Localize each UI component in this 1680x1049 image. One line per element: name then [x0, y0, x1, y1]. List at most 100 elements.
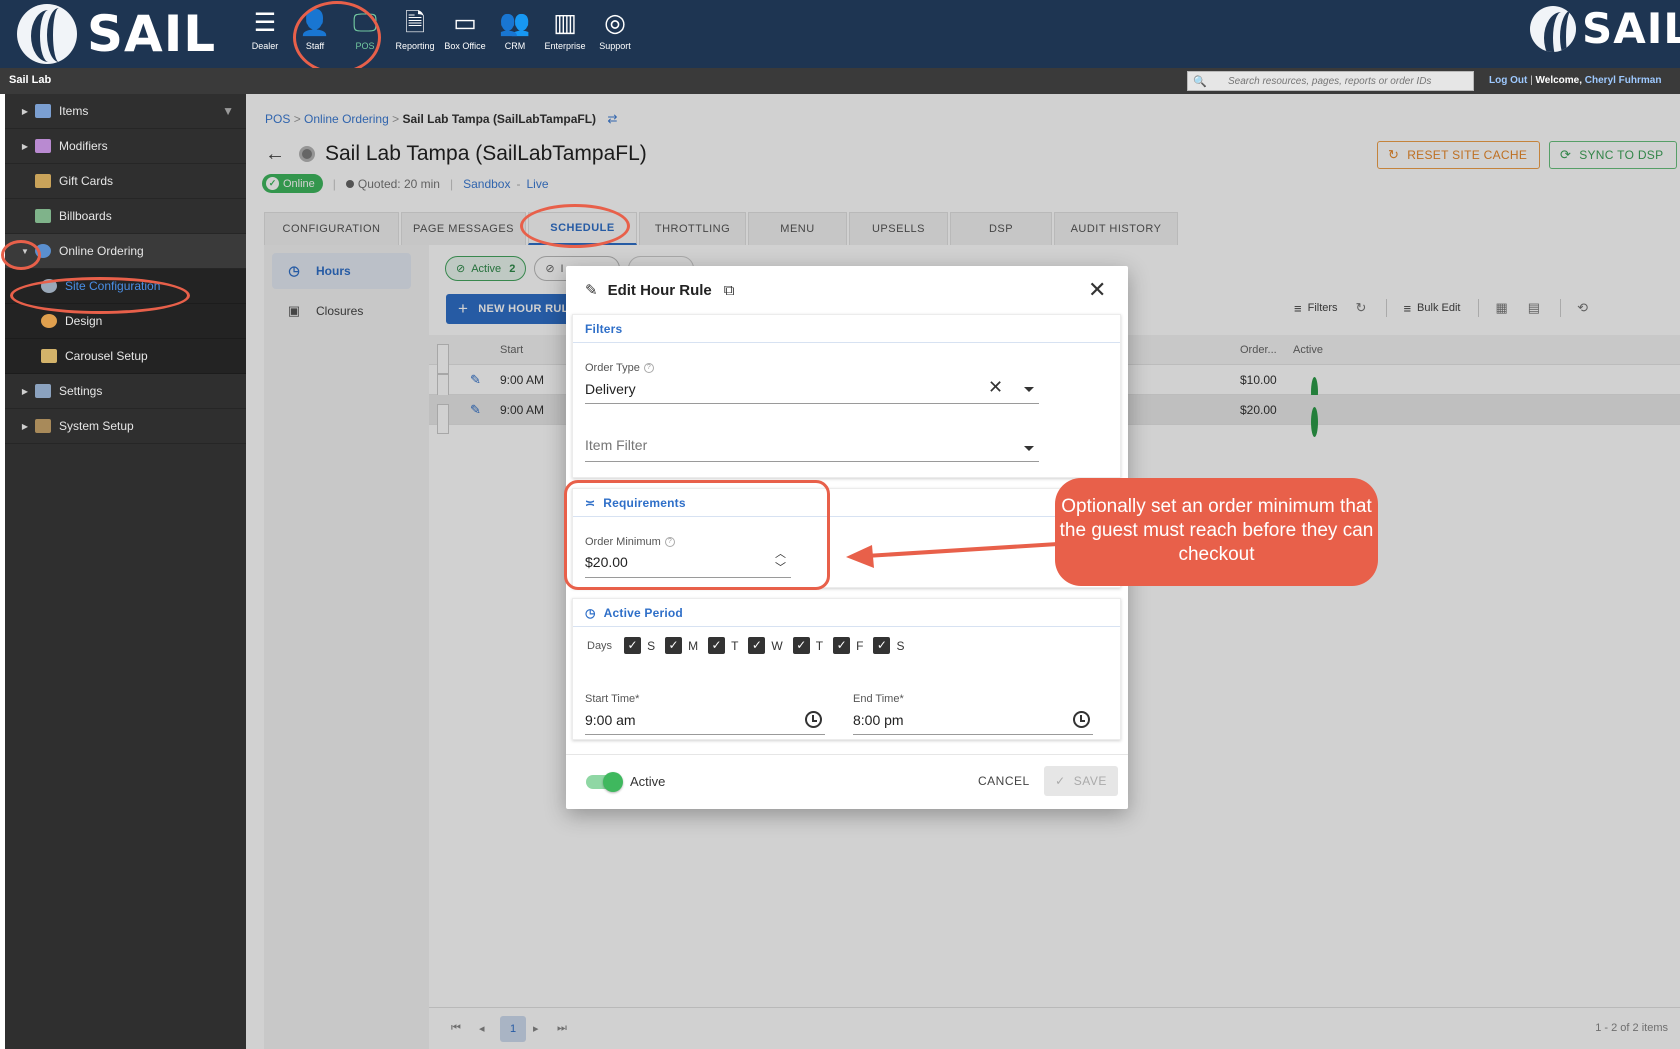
sync-to-dsp-button[interactable]: ⟳ SYNC TO DSP [1549, 141, 1677, 169]
logout-link[interactable]: Log Out [1489, 75, 1527, 86]
sidebar-item-items[interactable]: ▶ Items ▼ [5, 94, 246, 129]
page-header: ← Sail Lab Tampa (SailLabTampaFL) [265, 142, 647, 166]
day-checkbox-wednesday[interactable]: ✓ [748, 637, 766, 654]
clock-dot-icon [345, 179, 354, 188]
expand-arrow-icon[interactable]: ▶ [15, 422, 35, 431]
live-link[interactable]: Live [526, 177, 548, 191]
breadcrumb-online-ordering[interactable]: Online Ordering [304, 112, 389, 126]
chevron-down-icon[interactable] [1024, 387, 1034, 392]
cancel-button[interactable]: CANCEL [978, 774, 1030, 788]
nav-box-office-label: Box Office [444, 41, 486, 51]
item-filter-select[interactable] [585, 437, 1005, 453]
back-arrow-icon[interactable]: ← [265, 143, 285, 166]
active-toggle[interactable] [586, 772, 623, 792]
day-checkbox-monday[interactable]: ✓ [665, 637, 683, 654]
tab-upsells[interactable]: UPSELLS [849, 212, 948, 245]
filter-icon[interactable]: ▼ [222, 104, 234, 118]
nav-dealer[interactable]: ☰ Dealer [240, 8, 290, 51]
tab-menu[interactable]: MENU [748, 212, 847, 245]
clear-icon[interactable]: ✕ [988, 377, 1003, 398]
next-page-icon[interactable]: ▸ [533, 1022, 539, 1035]
subnav-hours[interactable]: ◷ Hours [272, 253, 411, 289]
clock-icon[interactable] [1073, 711, 1090, 728]
tab-configuration[interactable]: CONFIGURATION [264, 212, 399, 245]
tab-audit-history[interactable]: AUDIT HISTORY [1054, 212, 1178, 245]
expand-arrow-icon[interactable]: ▶ [15, 107, 35, 116]
expand-arrow-icon[interactable]: ▶ [15, 387, 35, 396]
reset-site-cache-button[interactable]: ↻ RESET SITE CACHE [1377, 141, 1540, 169]
pdf-export-icon[interactable]: ▤ [1528, 300, 1540, 316]
active-period-title-text: Active Period [603, 605, 683, 620]
nav-enterprise[interactable]: ▥ Enterprise [540, 8, 590, 51]
nav-crm[interactable]: 👥 CRM [490, 8, 540, 51]
day-label: F [856, 638, 864, 653]
bulk-edit-button[interactable]: ≡ Bulk Edit [1403, 301, 1460, 316]
history-icon[interactable]: ⟲ [1577, 300, 1588, 316]
chevron-down-icon[interactable] [1024, 446, 1034, 451]
save-button[interactable]: ✓ SAVE [1044, 766, 1118, 796]
org-bar: Sail Lab 🔍 Log Out | Welcome, Cheryl Fuh… [0, 68, 1680, 94]
last-page-icon[interactable]: ⏭ [557, 1022, 567, 1035]
site-configuration-highlight [10, 277, 190, 314]
open-external-icon[interactable]: ⧉ [724, 282, 735, 299]
day-checkbox-tuesday[interactable]: ✓ [708, 637, 726, 654]
help-icon[interactable]: ? [643, 363, 654, 374]
end-time-input[interactable]: 8:00 pm [853, 712, 904, 728]
sidebar-item-settings[interactable]: ▶ Settings [5, 374, 246, 409]
day-checkbox-saturday[interactable]: ✓ [873, 637, 891, 654]
tab-dsp[interactable]: DSP [950, 212, 1052, 245]
expand-arrow-icon[interactable]: ▶ [15, 142, 35, 151]
sidebar-item-system-setup[interactable]: ▶ System Setup [5, 409, 246, 444]
current-page[interactable]: 1 [500, 1016, 526, 1042]
filters-button[interactable]: ≡ Filters [1294, 301, 1338, 316]
user-name-link[interactable]: Cheryl Fuhrman [1585, 75, 1662, 86]
clock-icon: ◷ [585, 605, 596, 620]
global-search[interactable]: 🔍 [1187, 71, 1474, 91]
active-period-section-title: ◷ Active Period [573, 599, 1120, 627]
column-start[interactable]: Start [500, 335, 523, 365]
toolbar-divider [1560, 299, 1562, 317]
refresh-icon[interactable]: ↻ [1356, 300, 1367, 316]
excel-export-icon[interactable]: ▦ [1495, 300, 1507, 316]
sandbox-link[interactable]: Sandbox [463, 177, 510, 191]
column-order-minimum[interactable]: Order... [1240, 335, 1277, 365]
clock-icon[interactable] [805, 711, 822, 728]
first-page-icon[interactable]: ⏮ [451, 1022, 461, 1035]
sidebar-item-online-ordering[interactable]: ▼ Online Ordering [5, 234, 246, 269]
row-order-minimum: $10.00 [1240, 373, 1277, 387]
tab-throttling[interactable]: THROTTLING [639, 212, 746, 245]
lifebuoy-icon: ◎ [604, 9, 626, 37]
close-icon[interactable]: ✕ [1088, 279, 1106, 301]
schedule-subnav: ◷ Hours ▣ Closures [272, 253, 411, 333]
start-time-input[interactable]: 9:00 am [585, 712, 636, 728]
sidebar-item-carousel-setup[interactable]: Carousel Setup [5, 339, 246, 374]
subnav-closures[interactable]: ▣ Closures [272, 293, 411, 329]
row-checkbox[interactable] [437, 404, 449, 434]
sail-logo[interactable]: SAIL [17, 4, 216, 64]
swap-icon[interactable]: ⇄ [607, 112, 617, 126]
save-label: SAVE [1073, 774, 1107, 788]
order-type-select[interactable]: Delivery [585, 381, 636, 397]
edit-pencil-icon[interactable]: ✎ [470, 365, 481, 395]
sidebar-item-gift-cards[interactable]: Gift Cards [5, 164, 246, 199]
edit-pencil-icon[interactable]: ✎ [470, 395, 481, 425]
modifier-icon [35, 139, 51, 153]
chip-active[interactable]: ⊘ Active 2 [445, 256, 527, 281]
column-active[interactable]: Active [1293, 335, 1323, 365]
day-checkbox-sunday[interactable]: ✓ [624, 637, 642, 654]
calendar-x-icon: ▣ [287, 303, 301, 318]
sidebar-item-modifiers[interactable]: ▶ Modifiers [5, 129, 246, 164]
nav-support[interactable]: ◎ Support [590, 8, 640, 51]
palette-icon [41, 314, 57, 328]
day-checkbox-friday[interactable]: ✓ [833, 637, 851, 654]
breadcrumb-pos[interactable]: POS [265, 112, 290, 126]
nav-reporting[interactable]: 🗎 Reporting [390, 8, 440, 51]
sidebar-item-billboards[interactable]: Billboards [5, 199, 246, 234]
nav-box-office[interactable]: ▭ Box Office [440, 8, 490, 51]
app-root: SAIL ☰ Dealer 👤 Staff 🖵 POS 🗎 Reporting … [0, 0, 1680, 1049]
tab-page-messages[interactable]: PAGE MESSAGES [401, 212, 526, 245]
global-search-input[interactable] [1212, 75, 1462, 87]
prev-page-icon[interactable]: ◂ [479, 1022, 485, 1035]
row-order-minimum: $20.00 [1240, 403, 1277, 417]
day-checkbox-thursday[interactable]: ✓ [792, 637, 810, 654]
